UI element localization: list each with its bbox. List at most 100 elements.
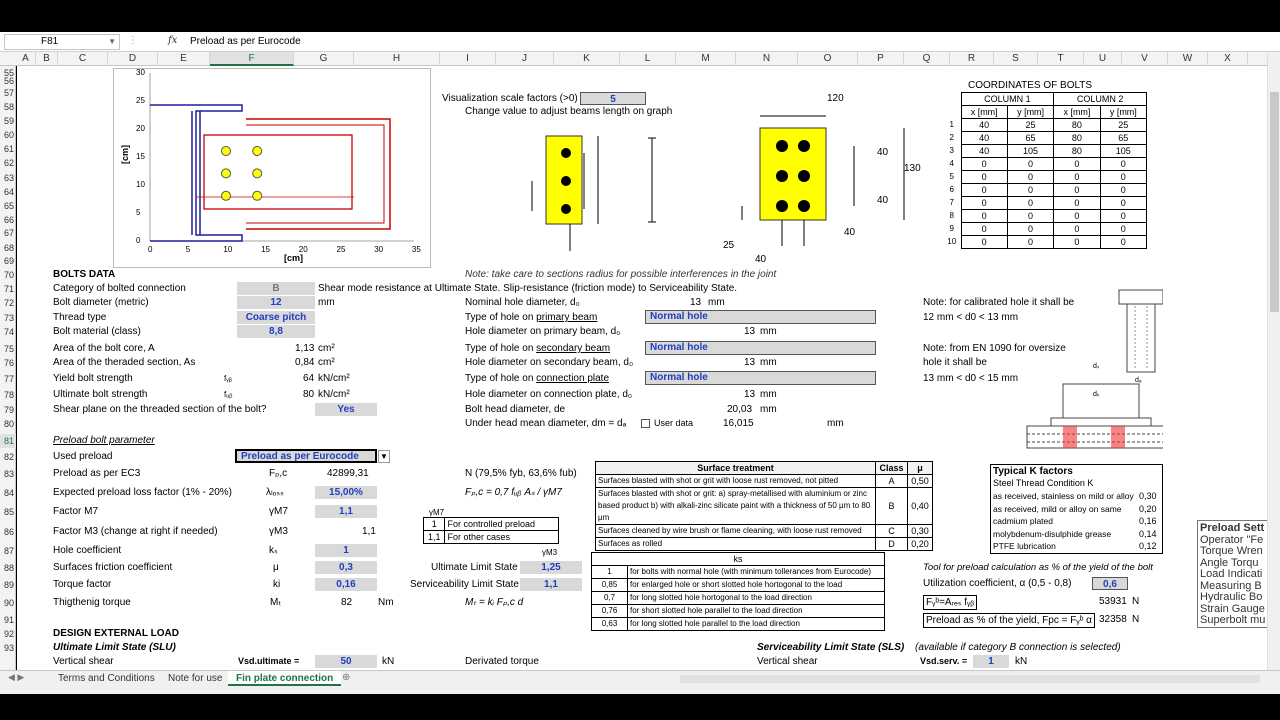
coords-cell[interactable]: 0 bbox=[960, 170, 1008, 184]
column-header[interactable]: B bbox=[36, 52, 58, 66]
name-box[interactable]: F81 ▼ bbox=[4, 34, 120, 50]
shear-plane-input[interactable]: Yes bbox=[315, 403, 377, 416]
row-header[interactable]: 87 bbox=[0, 544, 16, 558]
row-header[interactable]: 76 bbox=[0, 356, 16, 370]
column-header[interactable]: C bbox=[58, 52, 108, 66]
sls-gm3-input[interactable]: 1,1 bbox=[520, 578, 582, 591]
coords-cell[interactable]: 0 bbox=[1053, 209, 1101, 223]
column-header[interactable]: Q bbox=[904, 52, 950, 66]
hole-type-primary-select[interactable]: Normal hole bbox=[645, 310, 876, 324]
row-header[interactable]: 64 bbox=[0, 185, 16, 199]
chevron-down-icon[interactable]: ▼ bbox=[108, 35, 116, 49]
row-header[interactable]: 66 bbox=[0, 213, 16, 227]
vsd-serv-input[interactable]: 1 bbox=[973, 655, 1009, 668]
horizontal-scrollbar[interactable] bbox=[680, 675, 1260, 683]
row-header[interactable]: 82 bbox=[0, 450, 16, 464]
coords-cell[interactable]: 25 bbox=[1099, 118, 1148, 132]
coords-cell[interactable]: 0 bbox=[1099, 196, 1148, 210]
coords-cell[interactable]: 0 bbox=[1006, 209, 1055, 223]
column-header[interactable]: U bbox=[1084, 52, 1122, 66]
row-header[interactable]: 72 bbox=[0, 296, 16, 310]
vsd-input[interactable]: 50 bbox=[315, 655, 377, 668]
row-header[interactable]: 91 bbox=[0, 613, 16, 627]
user-data-checkbox[interactable] bbox=[641, 419, 650, 428]
ks-input[interactable]: 1 bbox=[315, 544, 377, 557]
column-header[interactable]: S bbox=[994, 52, 1038, 66]
coords-cell[interactable]: 0 bbox=[1053, 157, 1101, 171]
coords-cell[interactable]: 65 bbox=[1006, 131, 1055, 145]
column-header[interactable]: I bbox=[440, 52, 496, 66]
column-header[interactable]: O bbox=[798, 52, 858, 66]
connection-plate-link[interactable]: connection plate bbox=[536, 373, 609, 384]
row-header[interactable]: 89 bbox=[0, 578, 16, 592]
coords-cell[interactable]: 80 bbox=[1053, 131, 1101, 145]
column-header[interactable]: P bbox=[858, 52, 904, 66]
row-header[interactable]: 77 bbox=[0, 372, 16, 386]
coords-cell[interactable]: 0 bbox=[1099, 222, 1148, 236]
column-header[interactable]: F bbox=[210, 52, 294, 66]
row-header[interactable]: 59 bbox=[0, 114, 16, 128]
coords-cell[interactable]: 0 bbox=[1053, 170, 1101, 184]
secondary-beam-link[interactable]: secondary beam bbox=[536, 343, 610, 354]
column-header[interactable]: K bbox=[554, 52, 620, 66]
row-header[interactable]: 86 bbox=[0, 525, 16, 539]
column-header[interactable]: W bbox=[1168, 52, 1208, 66]
scroll-thumb[interactable] bbox=[1270, 92, 1279, 312]
coords-cell[interactable]: 105 bbox=[1006, 144, 1055, 158]
coords-cell[interactable]: 0 bbox=[1099, 209, 1148, 223]
row-header[interactable]: 90 bbox=[0, 596, 16, 610]
dropdown-arrow-icon[interactable]: ▼ bbox=[378, 450, 390, 463]
row-header[interactable]: 73 bbox=[0, 311, 16, 325]
row-header[interactable]: 69 bbox=[0, 254, 16, 268]
coords-cell[interactable]: 0 bbox=[1099, 157, 1148, 171]
row-header[interactable]: 65 bbox=[0, 199, 16, 213]
diameter-input[interactable]: 12 bbox=[237, 296, 315, 309]
row-header[interactable]: 61 bbox=[0, 142, 16, 156]
hole-type-plate-select[interactable]: Normal hole bbox=[645, 371, 876, 385]
tab-note[interactable]: Note for use bbox=[160, 671, 230, 686]
coords-cell[interactable]: 0 bbox=[960, 209, 1008, 223]
column-header[interactable]: T bbox=[1038, 52, 1084, 66]
thread-input[interactable]: Coarse pitch bbox=[237, 311, 315, 324]
row-header[interactable]: 75 bbox=[0, 342, 16, 356]
row-header[interactable]: 81 bbox=[0, 434, 16, 448]
row-header[interactable]: 71 bbox=[0, 282, 16, 296]
coords-cell[interactable]: 80 bbox=[1053, 118, 1101, 132]
vertical-scrollbar[interactable] bbox=[1267, 52, 1280, 670]
coords-cell[interactable]: 0 bbox=[1006, 235, 1055, 249]
viz-scale-input[interactable]: 5 bbox=[580, 92, 646, 105]
coords-cell[interactable]: 0 bbox=[1099, 170, 1148, 184]
coords-cell[interactable]: 0 bbox=[1099, 183, 1148, 197]
coords-cell[interactable]: 0 bbox=[1099, 235, 1148, 249]
row-header[interactable]: 88 bbox=[0, 561, 16, 575]
column-header[interactable]: G bbox=[294, 52, 354, 66]
column-header[interactable]: N bbox=[736, 52, 798, 66]
tab-fin-plate[interactable]: Fin plate connection bbox=[228, 671, 342, 686]
coords-cell[interactable]: 0 bbox=[1053, 183, 1101, 197]
ki-input[interactable]: 0,16 bbox=[315, 578, 377, 591]
column-header[interactable]: A bbox=[16, 52, 36, 66]
hole-type-secondary-select[interactable]: Normal hole bbox=[645, 341, 876, 355]
row-header[interactable]: 57 bbox=[0, 86, 16, 100]
coords-cell[interactable]: 0 bbox=[1006, 157, 1055, 171]
used-preload-select[interactable]: Preload as per Eurocode bbox=[235, 449, 377, 463]
column-header[interactable]: D bbox=[108, 52, 158, 66]
loss-input[interactable]: 15,00% bbox=[315, 486, 377, 499]
category-input[interactable]: B bbox=[237, 282, 315, 295]
coords-cell[interactable]: 40 bbox=[960, 131, 1008, 145]
coords-cell[interactable]: 105 bbox=[1099, 144, 1148, 158]
row-header[interactable]: 93 bbox=[0, 641, 16, 655]
mu-input[interactable]: 0,3 bbox=[315, 561, 377, 574]
column-header[interactable]: M bbox=[676, 52, 736, 66]
column-header[interactable]: J bbox=[496, 52, 554, 66]
row-header[interactable]: 74 bbox=[0, 325, 16, 339]
coords-cell[interactable]: 40 bbox=[960, 144, 1008, 158]
row-header[interactable]: 78 bbox=[0, 388, 16, 402]
coords-cell[interactable]: 0 bbox=[1006, 196, 1055, 210]
add-sheet-icon[interactable]: ⊕ bbox=[342, 672, 350, 683]
coords-cell[interactable]: 0 bbox=[1006, 222, 1055, 236]
coords-cell[interactable]: 0 bbox=[960, 235, 1008, 249]
m7-input[interactable]: 1,1 bbox=[315, 505, 377, 518]
row-header[interactable]: 92 bbox=[0, 627, 16, 641]
row-header[interactable]: 67 bbox=[0, 226, 16, 240]
